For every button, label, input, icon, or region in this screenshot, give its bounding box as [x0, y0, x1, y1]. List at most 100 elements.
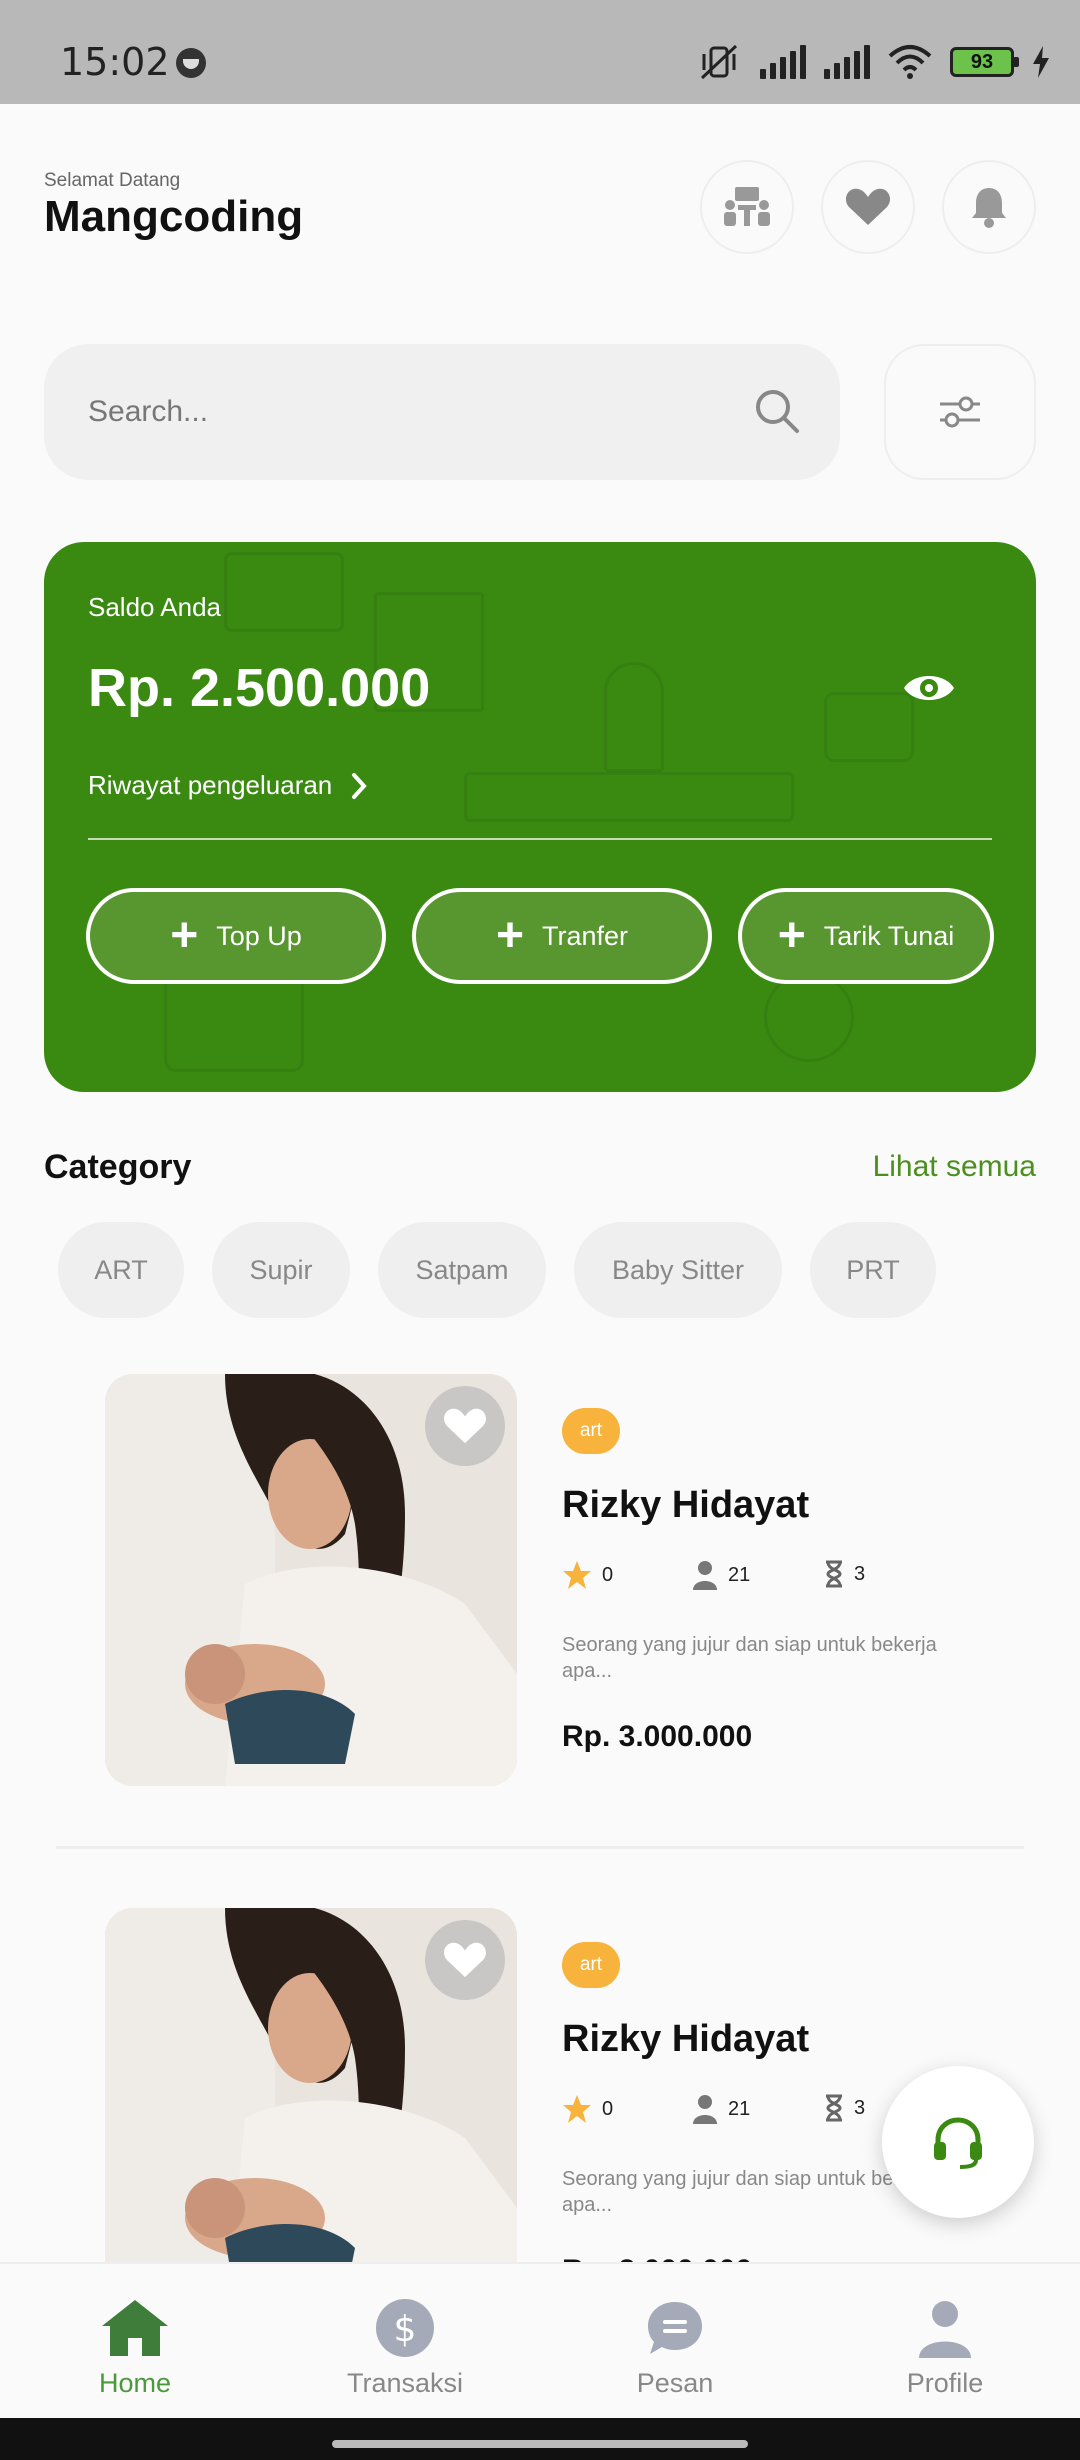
category-chip-prt[interactable]: PRT [810, 1222, 936, 1318]
experience-value: 3 [854, 1562, 866, 1585]
experience-stat: 3 [824, 2094, 865, 2122]
worker-photo [105, 1374, 517, 1786]
mute-vibrate-icon [700, 44, 738, 80]
plus-icon: + [495, 909, 524, 962]
nav-profile-label: Profile [906, 2368, 984, 2398]
nav-pesan-label: Pesan [636, 2368, 714, 2398]
star-icon [563, 1561, 591, 1589]
worker-name: Rizky Hidayat [562, 2018, 810, 2060]
eye-icon[interactable] [902, 670, 956, 706]
search-icon[interactable] [754, 388, 800, 434]
balance-amount: Rp. 2.500.000 [88, 658, 431, 718]
transfer-label: Tranfer [542, 920, 629, 951]
notifications-button[interactable] [942, 160, 1036, 254]
experience-stat: 3 [824, 1560, 865, 1588]
decoration [604, 662, 664, 772]
decoration [824, 692, 914, 762]
worker-price: Rp. 3.000.000 [562, 1720, 753, 1753]
nav-home-label: Home [98, 2368, 172, 2398]
decoration [464, 772, 794, 822]
nav-profile[interactable]: Profile [845, 2264, 1045, 2420]
people-stat: 21 [692, 2094, 750, 2124]
withdraw-button[interactable]: + Tarik Tunai [738, 888, 994, 984]
experience-value: 3 [854, 2096, 866, 2119]
nav-transaksi[interactable]: $ Transaksi [305, 2264, 505, 2420]
system-navigation-bar [0, 2418, 1080, 2460]
rating-value: 0 [602, 1563, 614, 1586]
plus-icon: + [777, 909, 806, 962]
person-icon [693, 2095, 717, 2124]
favorite-toggle[interactable] [425, 1920, 505, 2000]
category-chip-satpam[interactable]: Satpam [378, 1222, 546, 1318]
worker-description: Seorang yang jujur dan siap untuk bekerj… [562, 1634, 937, 1682]
bell-icon [972, 188, 1006, 228]
category-title: Category [44, 1148, 192, 1186]
star-icon [563, 2095, 591, 2123]
divider [88, 838, 992, 840]
decoration [224, 552, 344, 632]
top-up-button[interactable]: + Top Up [86, 888, 386, 984]
category-badge: art [562, 1408, 620, 1454]
search-bar [44, 344, 840, 480]
hourglass-icon [826, 2094, 842, 2122]
status-bar: 15:02 93 [0, 0, 1080, 104]
heart-icon [444, 1942, 486, 1978]
worker-card[interactable]: art Rizky Hidayat 0 21 3 Seorang yang ju… [0, 1374, 1080, 1794]
wifi-icon [888, 45, 932, 79]
worker-photo [105, 1908, 517, 2262]
support-button[interactable] [882, 2066, 1034, 2218]
balance-card: Saldo Anda Rp. 2.500.000 Riwayat pengelu… [44, 542, 1036, 1092]
favorites-button[interactable] [821, 160, 915, 254]
plus-icon: + [170, 909, 199, 962]
username: Mangcoding [44, 192, 304, 241]
greeting-label: Selamat Datang [44, 170, 181, 191]
battery-icon: 93 [950, 47, 1019, 77]
nav-pesan[interactable]: Pesan [575, 2264, 775, 2420]
job-board-button[interactable] [700, 160, 794, 254]
signal-icon [824, 45, 870, 79]
home-icon [102, 2300, 168, 2356]
dollar-icon: $ [376, 2299, 434, 2357]
meeting-icon [724, 187, 770, 226]
card-divider [56, 1846, 1024, 1849]
favorite-toggle[interactable] [425, 1386, 505, 1466]
svg-text:$: $ [394, 2309, 417, 2350]
chevron-right-icon [352, 772, 367, 799]
decoration [764, 972, 854, 1062]
home-indicator[interactable] [332, 2440, 748, 2448]
see-all-link[interactable]: Lihat semua [873, 1150, 1036, 1184]
bottom-nav: Home $ Transaksi Pesan Profile [0, 2262, 1080, 2418]
nav-home[interactable]: Home [35, 2264, 235, 2420]
category-badge: art [562, 1942, 620, 1988]
category-chip-art[interactable]: ART [58, 1222, 184, 1318]
top-up-label: Top Up [216, 920, 302, 951]
worker-name: Rizky Hidayat [562, 1484, 810, 1526]
balance-label: Saldo Anda [88, 592, 222, 622]
transfer-button[interactable]: + Tranfer [412, 888, 712, 984]
hourglass-icon [826, 1560, 842, 1588]
heart-icon [845, 188, 891, 225]
headset-icon [934, 2117, 982, 2169]
rating-stat: 0 [562, 1560, 613, 1590]
charging-icon [1033, 46, 1049, 78]
rating-value: 0 [602, 2097, 614, 2120]
rating-stat: 0 [562, 2094, 613, 2124]
category-chip-baby-sitter[interactable]: Baby Sitter [574, 1222, 782, 1318]
filter-button[interactable] [884, 344, 1036, 480]
search-input[interactable] [88, 388, 728, 436]
category-chip-supir[interactable]: Supir [212, 1222, 350, 1318]
user-icon [919, 2301, 971, 2358]
history-link[interactable]: Riwayat pengeluaran [88, 770, 368, 801]
status-time: 15:02 [60, 40, 170, 84]
status-icons: 93 [696, 42, 1050, 82]
person-icon [693, 1561, 717, 1590]
people-stat: 21 [692, 1560, 750, 1590]
notification-face-icon [176, 48, 206, 78]
people-value: 21 [728, 1563, 751, 1586]
chat-icon [648, 2302, 702, 2354]
signal-icon [760, 45, 806, 79]
people-value: 21 [728, 2097, 751, 2120]
heart-icon [444, 1408, 486, 1444]
withdraw-label: Tarik Tunai [823, 920, 955, 951]
sliders-icon [940, 396, 980, 428]
